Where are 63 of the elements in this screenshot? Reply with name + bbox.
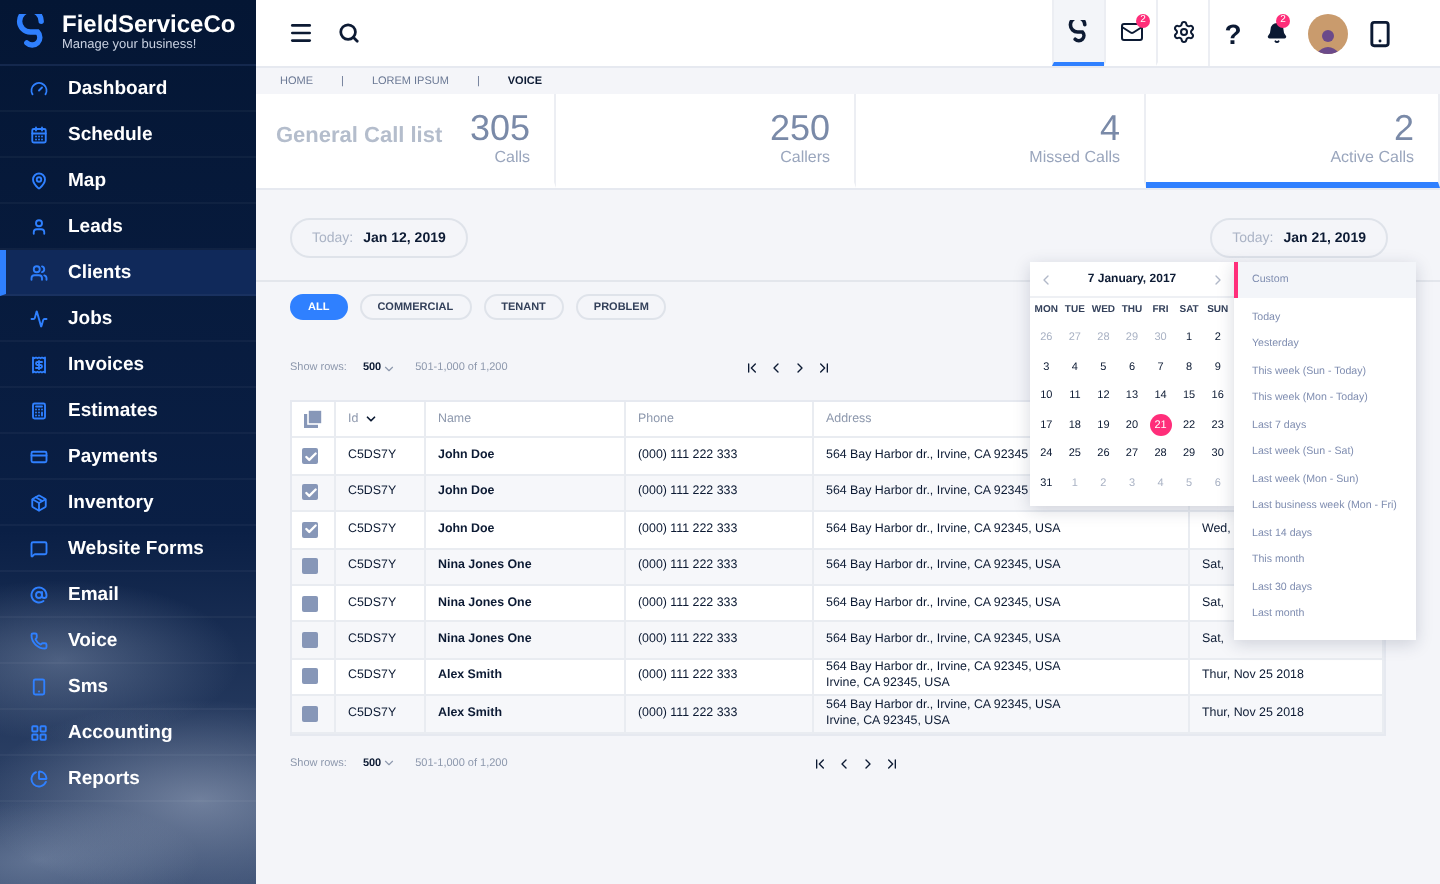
caret-icon (364, 412, 379, 427)
person-icon (30, 217, 48, 235)
menu-icon[interactable] (288, 20, 314, 46)
pulse-icon (30, 309, 48, 327)
sidebar-item[interactable]: Website Forms (0, 526, 256, 572)
smartphone-icon (1366, 19, 1394, 47)
row-checkbox[interactable] (302, 595, 318, 612)
phone-icon (30, 631, 48, 649)
sidebar-item[interactable]: Voice (0, 618, 256, 664)
sidebar-item[interactable]: Payments (0, 434, 256, 480)
sidebar-item[interactable]: Jobs (0, 296, 256, 342)
search-icon[interactable] (338, 22, 360, 44)
first-page-button[interactable] (743, 360, 760, 376)
logo-tab[interactable] (1052, 0, 1104, 66)
select-all-icon[interactable] (304, 410, 322, 429)
brand-name: FieldServiceCo (62, 11, 236, 37)
grid-icon (30, 723, 48, 741)
at-sign-icon (30, 585, 48, 603)
sidebar-item[interactable]: Email (0, 572, 256, 618)
stat-label: Calls (494, 148, 530, 166)
stat-label: Missed Calls (1029, 148, 1120, 166)
sidebar-item[interactable]: Inventory (0, 480, 256, 526)
stat-value: 305 (469, 110, 530, 148)
row-checkbox[interactable] (302, 448, 318, 465)
chat-icon (30, 539, 48, 557)
last-page-button[interactable] (883, 755, 900, 772)
sidebar-item[interactable]: Estimates (0, 388, 256, 434)
stat-value: 4 (1099, 110, 1120, 148)
map-pin-icon (30, 171, 48, 189)
stat-label: Active Calls (1330, 148, 1414, 166)
mail-icon (1119, 19, 1143, 43)
row-checkbox[interactable] (302, 632, 318, 649)
receipt-icon (30, 355, 48, 373)
stat-label: Callers (780, 148, 830, 166)
pie-chart-icon (30, 769, 48, 787)
stat-value: 2 (1393, 110, 1414, 148)
sidebar-item[interactable]: Invoices (0, 342, 256, 388)
page-title: General Call list (276, 124, 443, 148)
logo-icon (1067, 19, 1091, 43)
stat-value: 250 (769, 110, 830, 148)
smartphone-icon (30, 677, 48, 695)
gear-icon (1171, 19, 1195, 43)
gauge-icon (30, 79, 48, 97)
bell-icon (1265, 22, 1287, 44)
people-icon (30, 263, 48, 281)
first-page-button[interactable] (811, 755, 828, 772)
sidebar-item[interactable]: Clients (0, 250, 256, 296)
row-checkbox[interactable] (302, 521, 318, 538)
row-checkbox[interactable] (302, 705, 318, 722)
sidebar-item[interactable]: Accounting (0, 710, 256, 756)
row-checkbox[interactable] (302, 668, 318, 685)
sidebar-item[interactable]: Reports (0, 756, 256, 802)
help-button[interactable]: ? (1224, 17, 1242, 49)
sidebar-item[interactable]: Sms (0, 664, 256, 710)
package-icon (30, 493, 48, 511)
row-checkbox[interactable] (302, 558, 318, 575)
sidebar-item[interactable]: Map (0, 158, 256, 204)
avatar[interactable] (1308, 13, 1348, 53)
calendar-icon (30, 125, 48, 143)
last-page-button[interactable] (815, 360, 832, 376)
calculator-icon (30, 401, 48, 419)
card-icon (30, 447, 48, 465)
row-checkbox[interactable] (302, 484, 318, 501)
